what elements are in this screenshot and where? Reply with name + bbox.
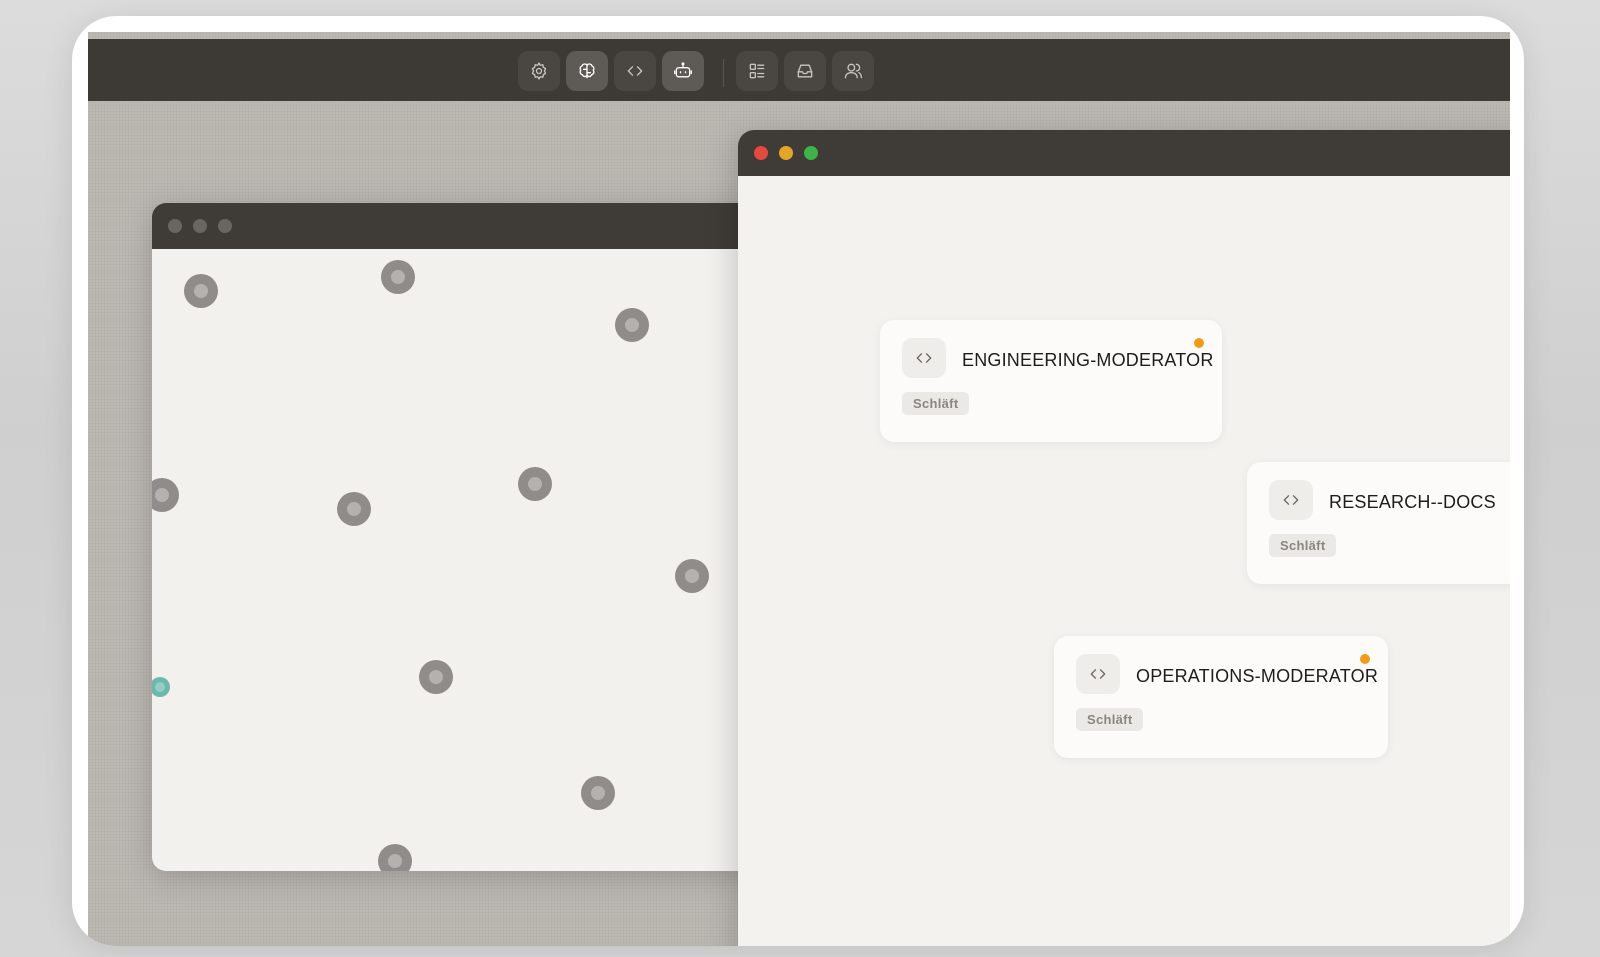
robot-button[interactable]: [662, 51, 704, 91]
agents-window-titlebar[interactable]: [738, 130, 1510, 176]
top-toolbar: [88, 39, 1510, 101]
agent-type-badge: [1076, 654, 1120, 694]
maximize-button[interactable]: [804, 146, 818, 160]
code-button[interactable]: [614, 51, 656, 91]
toolbar-divider: [723, 59, 724, 87]
graph-node-active[interactable]: [152, 677, 170, 697]
agent-card-research[interactable]: RESEARCH--DOCS Schläft: [1247, 462, 1510, 584]
gear-icon: [531, 62, 547, 80]
close-button[interactable]: [754, 146, 768, 160]
users-icon: [844, 63, 862, 79]
graph-window: [152, 203, 764, 871]
toolbar-group-primary: [518, 51, 704, 91]
agent-title: ENGINEERING-MODERATOR: [962, 350, 1214, 370]
status-indicator: [1360, 654, 1370, 664]
toolbar-group-secondary: [736, 51, 874, 91]
agent-title: RESEARCH--DOCS: [1329, 492, 1496, 512]
code-icon: [1283, 495, 1299, 505]
status-badge: Schläft: [1269, 534, 1337, 557]
graph-node[interactable]: [675, 559, 709, 593]
status-badge: Schläft: [1076, 708, 1144, 731]
brain-icon: [579, 63, 595, 79]
graph-node[interactable]: [518, 467, 552, 501]
inbox-button[interactable]: [784, 51, 826, 91]
agent-card-operations[interactable]: OPERATIONS-MODERATOR Schläft: [1054, 636, 1388, 758]
maximize-button[interactable]: [218, 219, 232, 233]
grid-list-icon: [749, 63, 765, 79]
code-icon: [627, 66, 643, 76]
minimize-button[interactable]: [779, 146, 793, 160]
graph-node[interactable]: [337, 492, 371, 526]
graph-node[interactable]: [581, 776, 615, 810]
agent-type-badge: [1269, 480, 1313, 520]
agent-card-engineering[interactable]: ENGINEERING-MODERATOR Schläft: [880, 320, 1222, 442]
inbox-icon: [797, 64, 813, 78]
graph-node[interactable]: [152, 478, 179, 512]
graph-node[interactable]: [381, 260, 415, 294]
desktop: ENGINEERING-MODERATOR Schläft RESEARCH--…: [88, 32, 1510, 946]
minimize-button[interactable]: [193, 219, 207, 233]
agent-title: OPERATIONS-MODERATOR: [1136, 666, 1379, 686]
graph-canvas[interactable]: [152, 249, 764, 871]
settings-button[interactable]: [518, 51, 560, 91]
robot-icon: [674, 62, 692, 78]
code-icon: [916, 353, 932, 363]
close-button[interactable]: [168, 219, 182, 233]
agent-type-badge: [902, 338, 946, 378]
status-badge: Schläft: [902, 392, 970, 415]
users-button[interactable]: [832, 51, 874, 91]
graph-node[interactable]: [378, 844, 412, 871]
device-frame: ENGINEERING-MODERATOR Schläft RESEARCH--…: [72, 16, 1524, 946]
graph-node[interactable]: [615, 308, 649, 342]
status-indicator: [1194, 338, 1204, 348]
graph-window-titlebar[interactable]: [152, 203, 764, 249]
graph-node[interactable]: [419, 660, 453, 694]
agents-window: ENGINEERING-MODERATOR Schläft RESEARCH--…: [738, 130, 1510, 946]
code-icon: [1090, 669, 1106, 679]
dashboard-button[interactable]: [736, 51, 778, 91]
brain-button[interactable]: [566, 51, 608, 91]
graph-node[interactable]: [184, 274, 218, 308]
